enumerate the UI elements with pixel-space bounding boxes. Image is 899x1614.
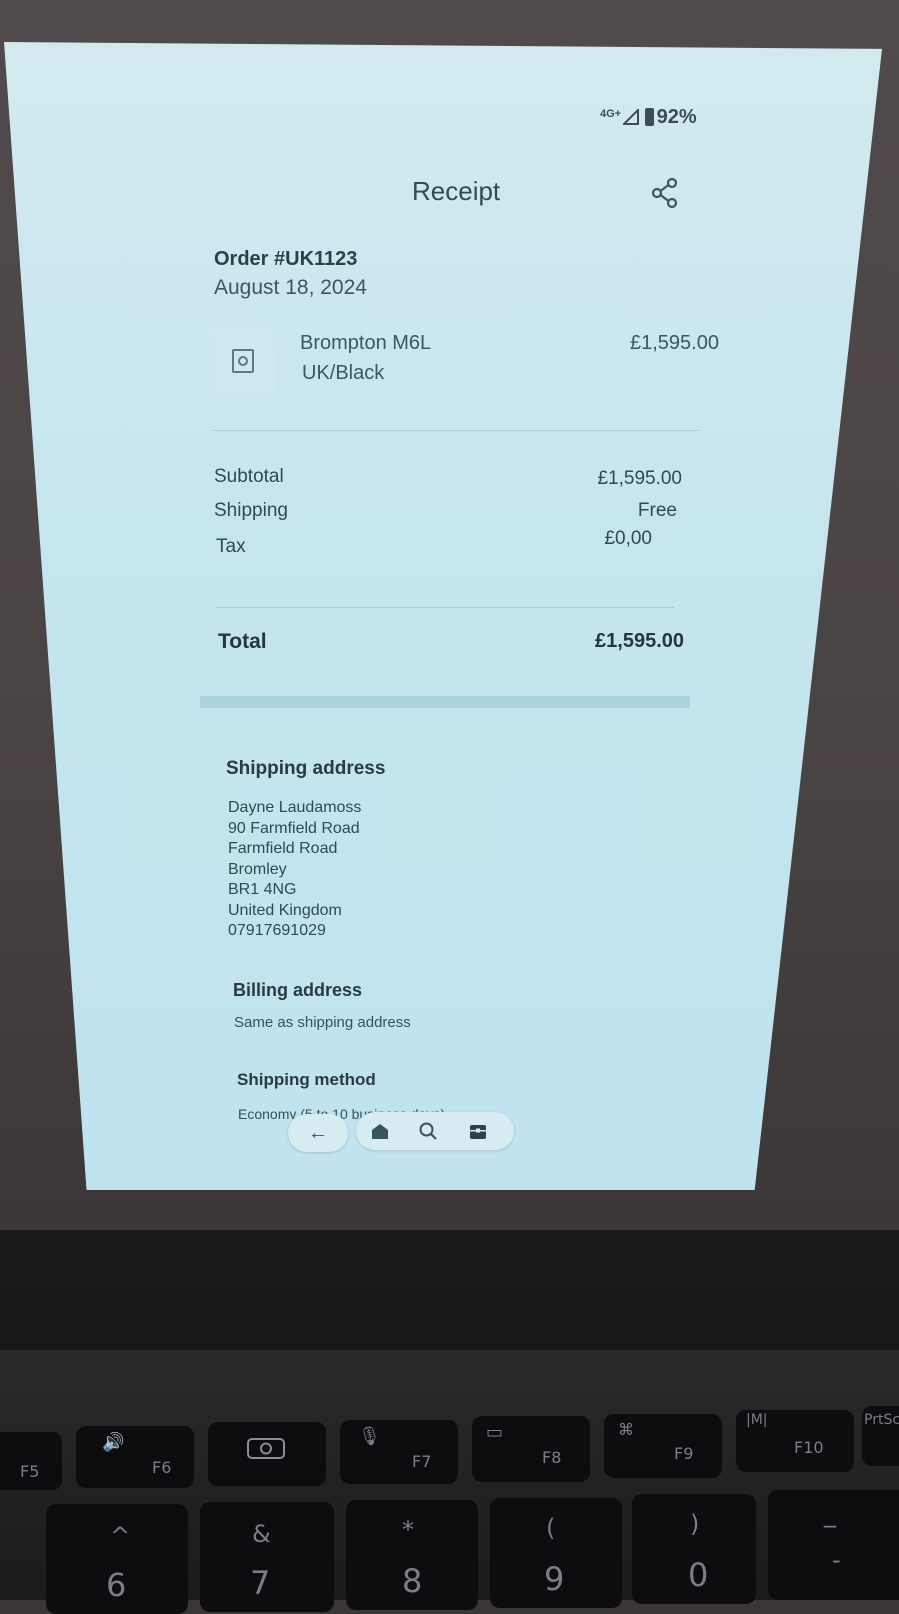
f10-label: F10 (794, 1438, 824, 1457)
billing-address-heading: Billing address (233, 980, 363, 1000)
store-icon[interactable] (468, 1121, 488, 1141)
key-minus-lower: - (832, 1546, 841, 1574)
product-price: £1,595.00 (630, 332, 719, 354)
shipping-address-heading: Shipping address (226, 758, 386, 779)
key-8-lower: 8 (402, 1562, 423, 1600)
key-f7: 🎙 F7 (340, 1420, 458, 1484)
key-6-upper: ^ (110, 1522, 131, 1550)
key-minus-upper: _ (824, 1500, 836, 1528)
key-f9: ⌘ F9 (604, 1414, 722, 1478)
address-name: Dayne Laudamoss (228, 799, 362, 816)
key-6: ^ 6 (46, 1504, 188, 1614)
wifi-icon: ⌘ (618, 1420, 634, 1439)
key-7-upper: & (252, 1520, 271, 1548)
key-0-upper: ) (690, 1510, 700, 1538)
total-label: Total (218, 630, 267, 653)
key-7: & 7 (200, 1502, 334, 1612)
volume-up-icon: 🔊 (102, 1432, 125, 1453)
key-8-upper: * (402, 1516, 414, 1544)
window-switch-icon: ▭ (486, 1422, 504, 1443)
shipping-label: Shipping (214, 500, 288, 521)
address-line-1: 90 Farmfield Road (228, 819, 360, 837)
order-date: August 18, 2024 (214, 276, 367, 299)
tax-label: Tax (216, 536, 246, 557)
f9-label: F9 (674, 1444, 694, 1463)
prtsc-label: PrtSc (864, 1412, 899, 1428)
key-0: ) 0 (632, 1494, 756, 1604)
mic-mute-icon: 🎙 (358, 1426, 381, 1447)
address-line-2: Farmfield Road (228, 840, 338, 857)
search-icon[interactable] (418, 1121, 438, 1141)
back-arrow-icon: ← (308, 1121, 328, 1144)
key-f10: |M| F10 (736, 1410, 854, 1472)
share-icon[interactable] (650, 176, 680, 210)
home-icon[interactable] (370, 1121, 390, 1141)
product-thumbnail[interactable] (210, 324, 276, 398)
address-country: United Kingdom (228, 901, 342, 919)
key-f5: F5 (0, 1432, 62, 1490)
tax-value: £0,00 (604, 528, 652, 549)
product-variant: UK/Black (302, 362, 385, 384)
key-9-lower: 9 (544, 1560, 565, 1598)
display-icon: |M| (746, 1412, 768, 1428)
shipping-address-block: Dayne Laudamoss 90 Farmfield Road Farmfi… (228, 798, 488, 942)
billing-address-value: Same as shipping address (234, 1014, 411, 1031)
address-postcode: BR1 4NG (228, 881, 297, 898)
key-0-lower: 0 (688, 1556, 709, 1594)
order-number: Order #UK1123 (214, 248, 358, 270)
divider (216, 607, 674, 608)
subtotal-label: Subtotal (214, 466, 284, 487)
key-f8: ▭ F8 (472, 1416, 590, 1482)
key-prtsc: PrtSc (862, 1406, 899, 1466)
address-phone: 07917691029 (228, 922, 326, 939)
f6-label: F6 (152, 1458, 172, 1477)
section-separator (200, 696, 690, 708)
key-7-lower: 7 (250, 1564, 271, 1602)
image-placeholder-icon (232, 349, 254, 373)
subtotal-value: £1,595.00 (597, 468, 682, 489)
key-f6: 🔊 F6 (76, 1426, 194, 1488)
key-camera (208, 1422, 326, 1486)
key-minus: _ - (768, 1490, 899, 1600)
address-city: Bromley (228, 860, 287, 878)
navigation-pill (356, 1112, 514, 1150)
f8-label: F8 (542, 1448, 562, 1467)
product-name: Brompton M6L (300, 332, 432, 354)
network-type: 4G+ (600, 108, 622, 120)
signal-icon (623, 109, 640, 125)
back-button[interactable]: ← (288, 1114, 348, 1152)
total-value: £1,595.00 (595, 630, 684, 652)
status-bar: 4G+ 92% (600, 106, 697, 129)
f7-label: F7 (412, 1452, 432, 1471)
battery-level: 92% (656, 106, 697, 128)
key-9-upper: ( (546, 1514, 556, 1542)
key-9: ( 9 (490, 1498, 622, 1608)
camera-icon (247, 1438, 285, 1459)
page-title: Receipt (412, 176, 501, 206)
shipping-method-heading: Shipping method (237, 1070, 376, 1089)
f5-label: F5 (20, 1462, 40, 1481)
key-8: * 8 (346, 1500, 478, 1610)
device-screen: 4G+ 92% Receipt Order #UK1123 August 18,… (4, 42, 882, 1190)
shipping-value: Free (637, 500, 677, 521)
divider (212, 430, 700, 431)
battery-icon (644, 108, 654, 126)
key-6-lower: 6 (106, 1566, 127, 1604)
